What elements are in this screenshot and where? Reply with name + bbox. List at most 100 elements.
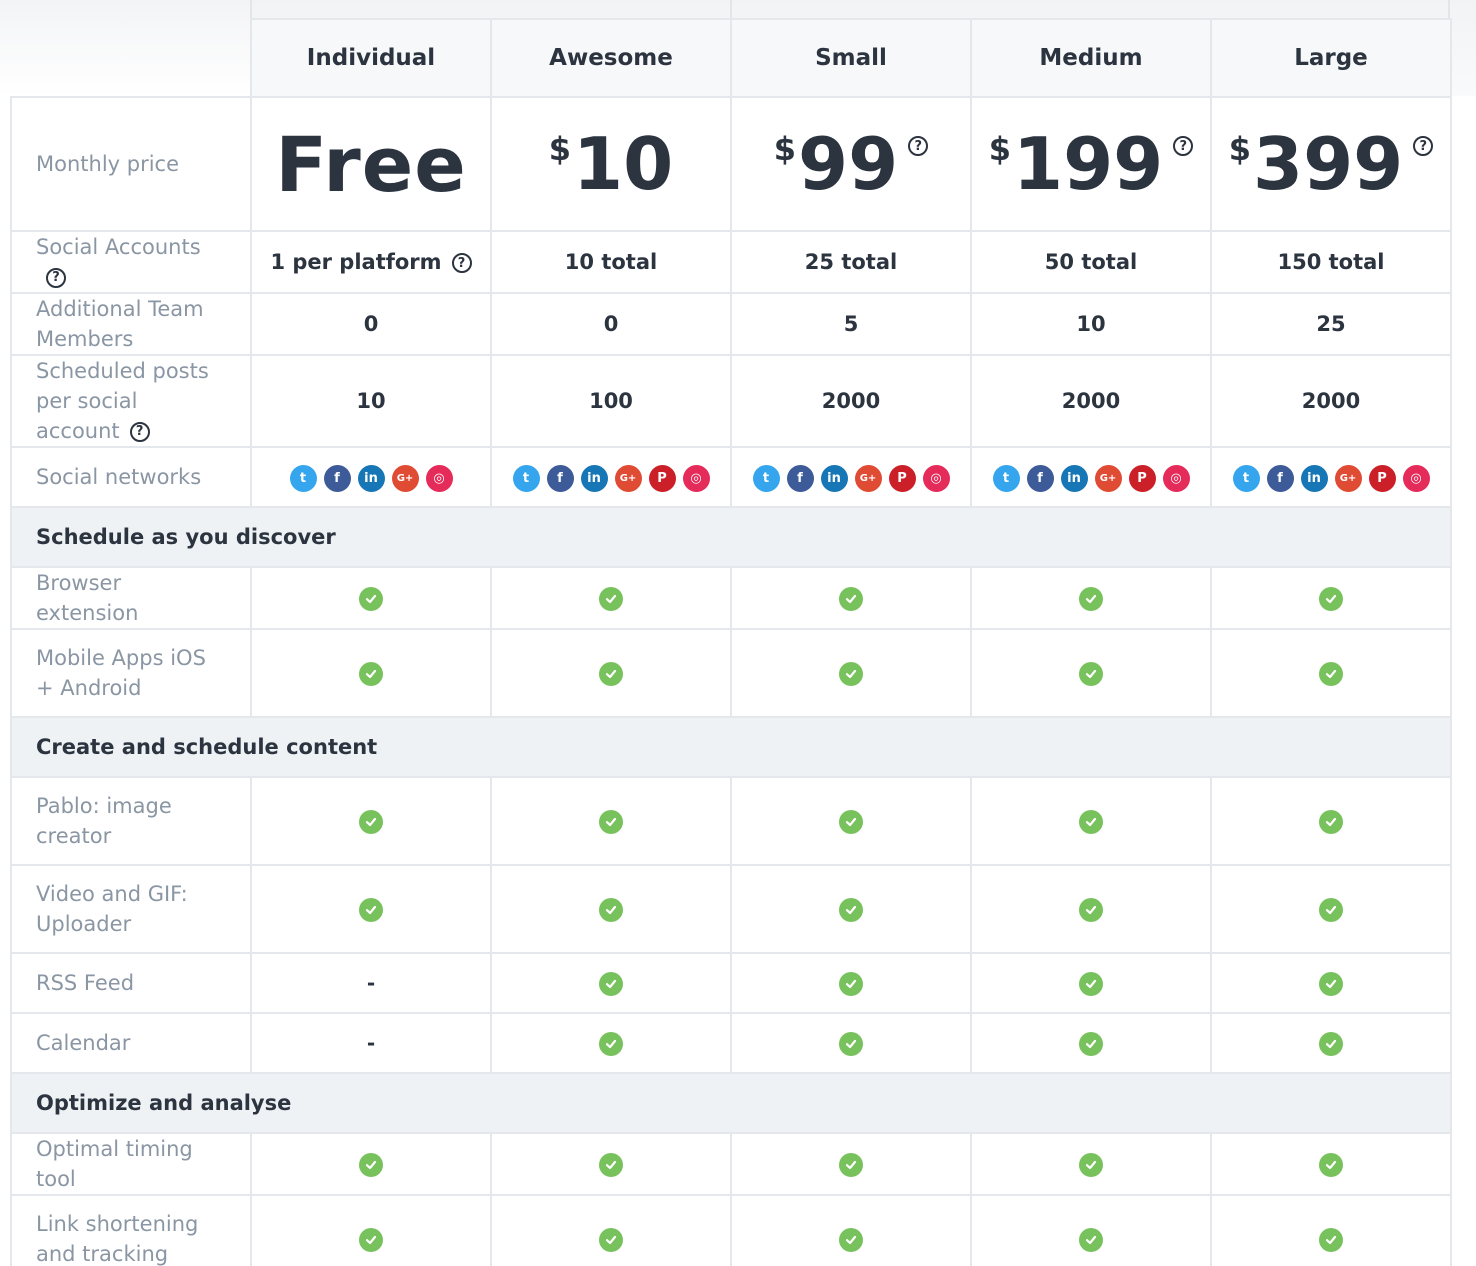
linkedin-icon: in <box>357 464 385 492</box>
team-members-value: 10 <box>970 292 1212 356</box>
check-icon <box>1079 661 1103 686</box>
help-icon[interactable]: ? <box>908 136 929 156</box>
linkedin-icon: in <box>1300 464 1328 492</box>
currency-symbol: $ <box>773 130 797 168</box>
feature-cell <box>730 628 972 718</box>
help-icon[interactable]: ? <box>1173 136 1194 156</box>
feature-cell <box>490 1194 732 1266</box>
gplus-icon: G+ <box>391 464 419 492</box>
check-icon <box>1079 971 1103 996</box>
linkedin-icon: in <box>580 464 608 492</box>
row-label-scheduled-posts: Scheduled posts per social account? <box>10 354 252 448</box>
facebook-icon: f <box>786 464 814 492</box>
header-blank-cell <box>11 19 251 98</box>
feature-cell: - <box>250 1012 492 1074</box>
plan-name-medium: Medium <box>970 18 1212 98</box>
currency-symbol: $ <box>548 130 572 168</box>
check-icon <box>599 586 623 611</box>
check-icon <box>839 897 863 922</box>
check-icon <box>1079 1152 1103 1177</box>
facebook-icon: f <box>323 464 351 492</box>
help-icon[interactable]: ? <box>451 253 472 273</box>
feature-cell <box>1210 1194 1452 1266</box>
social-accounts-value: 50 total <box>1044 250 1138 274</box>
price-display: $99? <box>773 122 929 206</box>
feature-cell <box>730 1012 972 1074</box>
check-icon <box>599 1152 623 1177</box>
price-cell: $10 <box>490 96 732 232</box>
linkedin-icon: in <box>1060 464 1088 492</box>
feature-label: Calendar <box>10 1012 252 1074</box>
social-accounts-cell: 50 total <box>970 230 1212 294</box>
price-amount: Free <box>275 119 467 209</box>
social-networks-cell: t f in G+ P ◎ <box>490 446 732 508</box>
plan-name-awesome: Awesome <box>490 18 732 98</box>
feature-cell <box>970 566 1212 630</box>
section-title: Optimize and analyse <box>10 1072 1452 1134</box>
feature-cell <box>1210 864 1452 954</box>
check-icon <box>1319 897 1343 922</box>
check-icon <box>599 809 623 834</box>
price-cell: Free <box>250 96 492 232</box>
feature-cell <box>1210 628 1452 718</box>
feature-cell <box>250 776 492 866</box>
twitter-icon: t <box>992 464 1020 492</box>
help-icon[interactable]: ? <box>129 422 150 442</box>
check-icon <box>1319 1031 1343 1056</box>
row-label-social-accounts: Social Accounts? <box>10 230 252 294</box>
team-members-row: Additional Team Members 0 0 5 10 25 <box>10 292 1452 356</box>
section-header-row: Optimize and analyse <box>10 1072 1452 1134</box>
price-amount: 10 <box>573 122 674 206</box>
pricing-table: Individual Awesome Small Medium Large Monthl… <box>10 18 1452 1266</box>
twitter-icon: t <box>512 464 540 492</box>
feature-cell <box>970 1132 1212 1196</box>
feature-cell <box>970 1012 1212 1074</box>
feature-label: RSS Feed <box>10 952 252 1014</box>
price-cell: $199? <box>970 96 1212 232</box>
feature-row: Calendar - <box>10 1012 1452 1074</box>
feature-label: Optimal timing tool <box>10 1132 252 1196</box>
team-members-value: 5 <box>730 292 972 356</box>
feature-row: Browser extension <box>10 566 1452 630</box>
social-accounts-row: Social Accounts? 1 per platform? 10 total… <box>10 230 1452 294</box>
check-icon <box>599 661 623 686</box>
row-label-social-networks: Social networks <box>10 446 252 508</box>
help-icon[interactable]: ? <box>1413 136 1434 156</box>
plan-name-individual: Individual <box>250 18 492 98</box>
check-icon <box>599 1227 623 1252</box>
feature-cell <box>490 1012 732 1074</box>
feature-cell <box>970 864 1212 954</box>
price-display: $199? <box>989 124 1194 204</box>
feature-row: Link shortening and tracking <box>10 1194 1452 1266</box>
linkedin-icon: in <box>820 464 848 492</box>
not-included-dash: - <box>366 971 376 995</box>
feature-cell <box>490 1132 732 1196</box>
check-icon <box>1319 1152 1343 1177</box>
scheduled-posts-value: 10 <box>250 354 492 448</box>
feature-row: RSS Feed - <box>10 952 1452 1014</box>
check-icon <box>839 661 863 686</box>
feature-cell <box>730 566 972 630</box>
feature-cell <box>250 1132 492 1196</box>
currency-symbol: $ <box>1228 130 1251 168</box>
social-network-icons: t f in G+ P ◎ <box>752 464 950 492</box>
check-icon <box>359 1227 383 1252</box>
feature-cell <box>490 776 732 866</box>
twitter-icon: t <box>752 464 780 492</box>
feature-cell <box>490 566 732 630</box>
social-network-icons: t f in G+ ◎ <box>289 464 453 492</box>
social-networks-cell: t f in G+ P ◎ <box>970 446 1212 508</box>
check-icon <box>839 1152 863 1177</box>
instagram-icon: ◎ <box>1402 464 1430 492</box>
scheduled-posts-value: 100 <box>490 354 732 448</box>
facebook-icon: f <box>1026 464 1054 492</box>
instagram-icon: ◎ <box>682 464 710 492</box>
check-icon <box>1079 1227 1103 1252</box>
help-icon[interactable]: ? <box>46 268 66 288</box>
scheduled-posts-row: Scheduled posts per social account? 10 10… <box>10 354 1452 448</box>
check-icon <box>359 661 383 686</box>
instagram-icon: ◎ <box>1162 464 1190 492</box>
price-amount: 99 <box>798 122 899 206</box>
not-included-dash: - <box>366 1031 376 1055</box>
pinterest-icon: P <box>648 464 676 492</box>
